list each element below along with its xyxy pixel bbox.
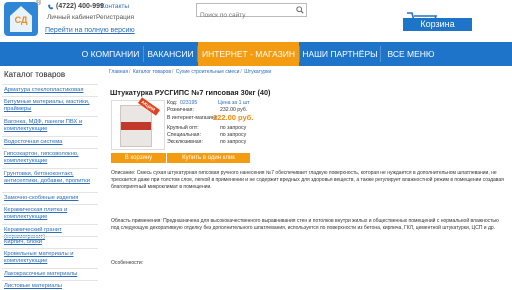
special-label: Специальная: xyxy=(167,132,201,138)
nav-all-menu[interactable]: ВСЕ МЕНЮ xyxy=(381,42,441,66)
nav-shop[interactable]: ИНТЕРНЕТ - МАГАЗИН ▼ xyxy=(198,42,299,83)
divider xyxy=(2,168,98,169)
product-application: Область применения: Предназначена для вы… xyxy=(111,218,499,231)
retail-label: Розничная: xyxy=(167,107,194,113)
divider xyxy=(2,204,98,205)
catalog-item[interactable]: Замочно-скобяные изделия xyxy=(4,195,96,202)
catalog-item[interactable]: Битумные материалы, мастики, праймеры xyxy=(4,99,96,113)
divider xyxy=(2,280,98,281)
search-box[interactable] xyxy=(196,3,307,22)
divider xyxy=(2,224,98,225)
code-label: Код: xyxy=(167,100,178,106)
product-image[interactable]: АКЦИЯ xyxy=(111,97,165,150)
register-link[interactable]: Регистрация xyxy=(96,14,134,21)
divider xyxy=(2,116,98,117)
catalog-item[interactable]: Грунтовки, бетоноконтакт, антисептики, д… xyxy=(4,171,96,185)
catalog-item[interactable]: Арматура стеклопластиковая xyxy=(4,87,96,94)
add-to-cart-button[interactable]: В корзину xyxy=(111,153,166,163)
catalog-item[interactable]: Водосточная система xyxy=(4,139,96,146)
catalog-item[interactable]: Керамическая плитка и комплектующие xyxy=(4,207,96,221)
wholesale-label: Крупный опт: xyxy=(167,125,199,131)
divider xyxy=(2,148,98,149)
nav-partners[interactable]: НАШИ ПАРТНЁРЫ xyxy=(300,42,380,66)
catalog-item[interactable]: Кровельные материалы и комплектующие xyxy=(4,251,96,265)
divider xyxy=(2,136,98,137)
catalog-item[interactable]: Гипсокартон, гипсоволокно, комплектующие xyxy=(4,151,96,165)
divider xyxy=(2,236,98,237)
exclusive-label: Эксклюзивная: xyxy=(167,139,203,145)
exclusive-value: по запросу xyxy=(220,139,247,145)
price-per-label: Цена за 1 шт xyxy=(218,100,250,106)
catalog-title: Каталог товаров xyxy=(4,70,66,79)
logo-text: СД xyxy=(14,15,28,25)
nav-shop-label: ИНТЕРНЕТ - МАГАЗИН xyxy=(201,49,296,59)
divider xyxy=(2,268,98,269)
nav-vacancies[interactable]: ВАКАНСИИ xyxy=(144,42,197,66)
breadcrumb-catalog[interactable]: Каталог товаров xyxy=(133,69,171,75)
nav-about[interactable]: О КОМПАНИИ xyxy=(78,42,143,66)
cabinet-link[interactable]: Личный кабинет xyxy=(47,14,96,21)
divider xyxy=(2,96,98,97)
buy-one-click-button[interactable]: Купить в один клик xyxy=(167,153,250,163)
contacts-link[interactable]: Контакты xyxy=(101,3,129,10)
full-version-link[interactable]: Перейти на полную версию xyxy=(45,27,135,34)
search-input[interactable] xyxy=(197,9,292,22)
divider xyxy=(2,248,98,249)
product-description: Описание: Смесь сухая штукатурная гипсов… xyxy=(111,170,504,190)
breadcrumb: Главная/ Каталог товаров/ Сухие строител… xyxy=(109,69,272,75)
main-nav: О КОМПАНИИ ВАКАНСИИ ИНТЕРНЕТ - МАГАЗИН ▼… xyxy=(0,42,512,83)
online-price: 222.00 руб. xyxy=(213,113,254,122)
divider xyxy=(2,192,98,193)
product-title: Штукатурка РУСГИПС №7 гипсовая 30кг (40) xyxy=(110,88,271,97)
registered-mark: ® xyxy=(36,0,42,7)
catalog-item[interactable]: Лакокрасочные материалы xyxy=(4,271,96,278)
divider xyxy=(2,84,98,85)
phone-icon xyxy=(48,4,53,10)
catalog-item[interactable]: Кирпич, блоки xyxy=(4,239,96,246)
breadcrumb-home[interactable]: Главная xyxy=(109,69,128,75)
special-value: по запросу xyxy=(220,132,247,138)
product-features: Особенности: xyxy=(111,260,144,266)
online-label: В интернет-магазине: xyxy=(167,115,219,121)
catalog-item[interactable]: Вагонка, МДФ, панели ПВХ и комплектующие xyxy=(4,119,96,133)
phone-number: (4722) 400-999 xyxy=(56,3,104,10)
search-icon[interactable] xyxy=(296,6,304,14)
product-bag-graphic xyxy=(120,105,152,147)
code-value: 023195 xyxy=(180,100,198,106)
breadcrumb-dry-mixes[interactable]: Сухие строительные смеси xyxy=(176,69,240,75)
cart-button[interactable]: Корзина xyxy=(403,18,472,31)
site-logo[interactable]: СД xyxy=(4,2,38,36)
wholesale-value: по запросу xyxy=(220,125,247,131)
catalog-item[interactable]: Листовые материалы xyxy=(4,283,96,290)
breadcrumb-plasters[interactable]: Штукатурки xyxy=(244,69,271,75)
chevron-down-icon: ▼ xyxy=(247,77,252,83)
